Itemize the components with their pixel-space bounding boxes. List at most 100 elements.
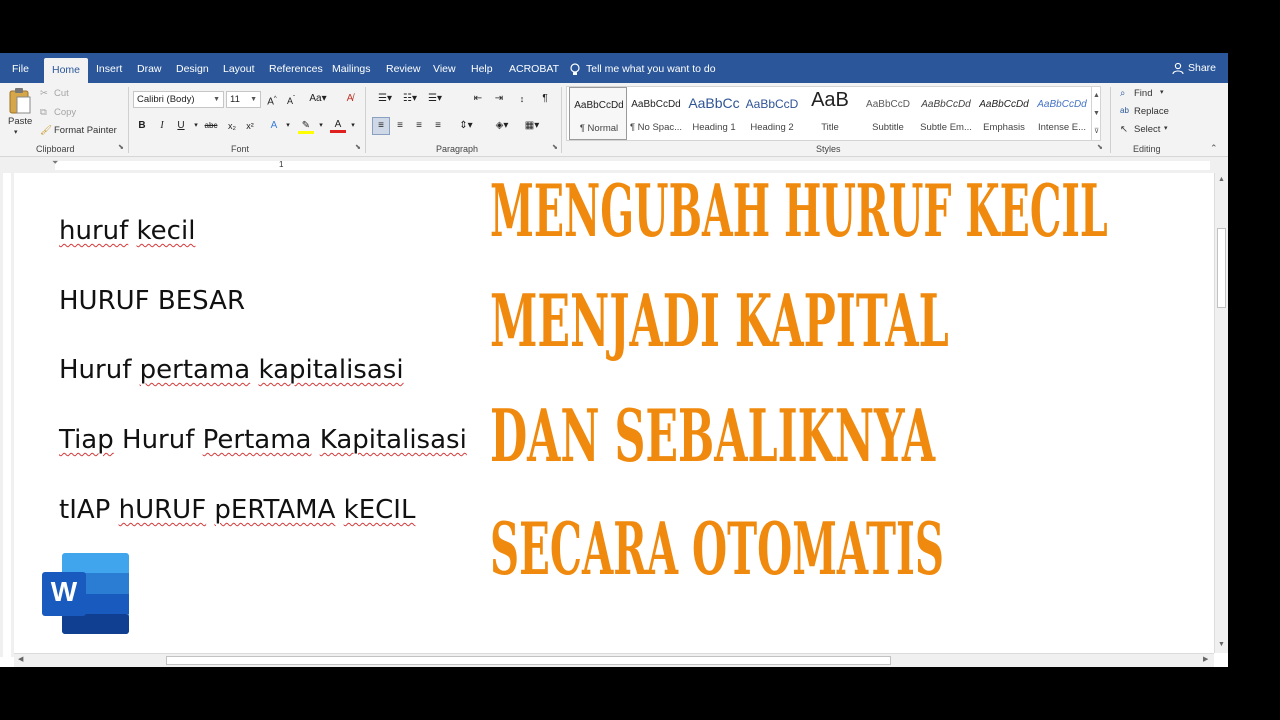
tab-mailings[interactable]: Mailings bbox=[332, 53, 371, 83]
scroll-left-icon[interactable]: ◀ bbox=[18, 655, 23, 663]
horizontal-scrollbar[interactable]: ◀ ▶ bbox=[14, 653, 1214, 667]
tab-insert[interactable]: Insert bbox=[96, 53, 122, 83]
text-word: BESAR bbox=[157, 286, 246, 316]
cut-icon[interactable]: ✂ bbox=[40, 88, 48, 99]
vertical-scrollbar[interactable]: ▲ ▼ bbox=[1214, 173, 1228, 653]
document-line[interactable]: HURUF BESAR bbox=[59, 286, 245, 316]
paste-label[interactable]: Paste bbox=[8, 116, 32, 127]
collapse-ribbon-icon[interactable]: ⌃ bbox=[1210, 143, 1218, 154]
font-launcher-icon[interactable]: ⬊ bbox=[355, 143, 361, 151]
scroll-thumb[interactable] bbox=[166, 656, 891, 665]
tab-file[interactable]: File bbox=[12, 53, 29, 83]
strikethrough-icon[interactable]: abc bbox=[203, 118, 219, 134]
document-line[interactable]: Huruf pertama kapitalisasi bbox=[59, 355, 404, 385]
share-button[interactable]: Share bbox=[1172, 62, 1216, 74]
tab-layout[interactable]: Layout bbox=[223, 53, 255, 83]
line-spacing-icon[interactable]: ⇕▾ bbox=[454, 118, 478, 134]
tab-references[interactable]: References bbox=[269, 53, 323, 83]
select-button[interactable]: Select bbox=[1134, 124, 1160, 135]
clear-formatting-icon[interactable]: A̸ bbox=[342, 91, 358, 107]
clipboard-launcher-icon[interactable]: ⬊ bbox=[118, 143, 124, 151]
tab-view[interactable]: View bbox=[433, 53, 456, 83]
bullets-icon[interactable]: ☰▾ bbox=[372, 91, 398, 107]
find-icon[interactable]: ⌕ bbox=[1120, 88, 1125, 99]
tab-draw[interactable]: Draw bbox=[137, 53, 162, 83]
multilevel-list-icon[interactable]: ☰▾ bbox=[422, 91, 448, 107]
chevron-down-icon[interactable]: ▾ bbox=[345, 118, 361, 134]
indent-marker-icon[interactable]: ⏷ bbox=[52, 158, 58, 168]
show-marks-icon[interactable]: ¶ bbox=[537, 91, 553, 107]
style-emphasis[interactable]: AaBbCcDd Emphasis bbox=[975, 87, 1033, 140]
shrink-font-icon[interactable]: Aˇ bbox=[283, 91, 299, 107]
copy-button[interactable]: Copy bbox=[54, 107, 76, 118]
bold-icon[interactable]: B bbox=[134, 118, 150, 134]
format-painter-icon[interactable]: 🖌 bbox=[40, 125, 52, 136]
document-line[interactable]: tIAP hURUF pERTAMA kECIL bbox=[59, 495, 415, 525]
align-left-icon[interactable]: ≡ bbox=[372, 117, 390, 135]
font-color-icon[interactable]: A bbox=[330, 117, 346, 133]
cut-button[interactable]: Cut bbox=[54, 88, 69, 99]
style-intense-emphasis[interactable]: AaBbCcDd Intense E... bbox=[1033, 87, 1091, 140]
borders-icon[interactable]: ▦▾ bbox=[520, 118, 544, 134]
tab-design[interactable]: Design bbox=[176, 53, 209, 83]
style-heading-2[interactable]: AaBbCcD Heading 2 bbox=[743, 87, 801, 140]
change-case-icon[interactable]: Aa▾ bbox=[307, 91, 329, 107]
subscript-icon[interactable]: x₂ bbox=[224, 118, 240, 134]
chevron-down-icon[interactable]: ▾ bbox=[313, 118, 329, 134]
decrease-indent-icon[interactable]: ⇤ bbox=[470, 91, 486, 107]
styles-scroll-controls[interactable]: ▲ ▼ ⊽ bbox=[1091, 87, 1101, 141]
chevron-down-icon[interactable]: ▾ bbox=[1164, 124, 1168, 132]
tab-home[interactable]: Home bbox=[44, 58, 89, 83]
paragraph-launcher-icon[interactable]: ⬊ bbox=[552, 143, 558, 151]
align-right-icon[interactable]: ≡ bbox=[411, 118, 427, 134]
style-name: Heading 2 bbox=[750, 122, 794, 133]
increase-indent-icon[interactable]: ⇥ bbox=[491, 91, 507, 107]
style-subtitle[interactable]: AaBbCcD Subtitle bbox=[859, 87, 917, 140]
highlight-icon[interactable]: ✎ bbox=[298, 118, 314, 134]
chevron-down-icon[interactable]: ▾ bbox=[188, 118, 204, 134]
text-word: Kapitalisasi bbox=[319, 425, 467, 455]
underline-icon[interactable]: U bbox=[173, 118, 189, 134]
scroll-up-icon[interactable]: ▲ bbox=[1218, 176, 1225, 183]
vertical-ruler[interactable] bbox=[0, 173, 14, 657]
styles-launcher-icon[interactable]: ⬊ bbox=[1097, 143, 1103, 151]
find-button[interactable]: Find bbox=[1134, 88, 1152, 99]
chevron-down-icon[interactable]: ▾ bbox=[280, 118, 296, 134]
ribbon: Paste ▾ ✂ Cut ⧉ Copy 🖌 Format Painter Cl… bbox=[0, 83, 1228, 157]
grow-font-icon[interactable]: A^ bbox=[264, 91, 280, 107]
superscript-icon[interactable]: x² bbox=[242, 118, 258, 134]
font-name-box[interactable]: Calibri (Body) ▼ bbox=[133, 91, 224, 108]
overlay-title-line: DAN SEBALIKNYA bbox=[490, 393, 936, 478]
style-title[interactable]: AaB Title bbox=[801, 87, 859, 140]
replace-icon[interactable]: ab bbox=[1120, 106, 1129, 115]
select-icon[interactable]: ↖ bbox=[1120, 124, 1128, 135]
style-name: ¶ Normal bbox=[579, 123, 619, 134]
sort-icon[interactable]: ↕ bbox=[514, 91, 530, 107]
style-normal[interactable]: AaBbCcDd ¶ Normal bbox=[569, 87, 627, 140]
copy-icon[interactable]: ⧉ bbox=[40, 107, 47, 118]
scroll-thumb[interactable] bbox=[1217, 228, 1226, 308]
shading-icon[interactable]: ◈▾ bbox=[490, 118, 514, 134]
align-center-icon[interactable]: ≡ bbox=[392, 118, 408, 134]
chevron-down-icon[interactable]: ▾ bbox=[1160, 88, 1164, 96]
scroll-right-icon[interactable]: ▶ bbox=[1203, 655, 1208, 663]
format-painter-button[interactable]: Format Painter bbox=[54, 125, 117, 136]
style-heading-1[interactable]: AaBbCc Heading 1 bbox=[685, 87, 743, 140]
italic-icon[interactable]: I bbox=[154, 118, 170, 134]
tab-help[interactable]: Help bbox=[471, 53, 493, 83]
document-line[interactable]: huruf kecil bbox=[59, 216, 195, 246]
document-page[interactable]: huruf kecil HURUF BESAR Huruf pertama ka… bbox=[14, 173, 1214, 657]
style-subtle-emphasis[interactable]: AaBbCcDd Subtle Em... bbox=[917, 87, 975, 140]
font-size-box[interactable]: 11 ▼ bbox=[226, 91, 261, 108]
style-no-spacing[interactable]: AaBbCcDd ¶ No Spac... bbox=[627, 87, 685, 140]
document-line[interactable]: Tiap Huruf Pertama Kapitalisasi bbox=[59, 425, 467, 455]
scroll-down-icon[interactable]: ▼ bbox=[1218, 641, 1225, 648]
tab-acrobat[interactable]: ACROBAT bbox=[509, 53, 559, 83]
tab-review[interactable]: Review bbox=[386, 53, 420, 83]
numbering-icon[interactable]: ☷▾ bbox=[397, 91, 423, 107]
font-size-value: 11 bbox=[230, 94, 240, 105]
justify-icon[interactable]: ≡ bbox=[430, 118, 446, 134]
replace-button[interactable]: Replace bbox=[1134, 106, 1169, 117]
tell-me-search[interactable]: Tell me what you want to do bbox=[570, 62, 716, 76]
paste-dropdown-icon[interactable]: ▾ bbox=[14, 128, 18, 136]
